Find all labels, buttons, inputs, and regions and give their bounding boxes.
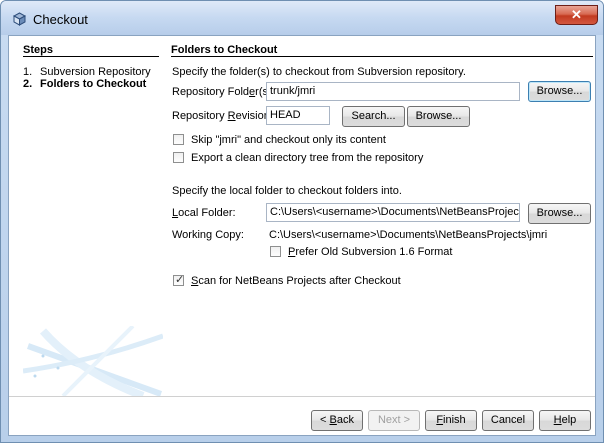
step-label: Folders to Checkout [40,78,147,90]
repository-intro-text: Specify the folder(s) to checkout from S… [172,66,466,78]
steps-panel: Steps 1. Subversion Repository 2. Folders … [9,36,164,396]
netbeans-wizard-graphic [23,326,163,396]
browse-revision-button[interactable]: Browse... [407,106,470,127]
local-folder-input[interactable]: C:\Users\<username>\Documents\NetBeansPr… [266,203,520,222]
step-number: 1. [23,66,33,78]
back-button[interactable]: < Back [311,410,363,431]
content-panel: Folders to Checkout Specify the folder(s… [171,36,595,396]
cancel-button[interactable]: Cancel [482,410,534,431]
checkout-dialog: Checkout ✕ Steps 1. Subversion Repository… [0,0,604,443]
export-checkbox-label[interactable]: Export a clean directory tree from the r… [191,152,423,164]
dialog-body: Steps 1. Subversion Repository 2. Folders … [8,35,596,436]
repository-revision-label: Repository Revision: [172,110,273,122]
repository-revision-input[interactable]: HEAD [266,106,330,125]
repository-folder-input[interactable]: trunk/jmri [266,82,520,101]
help-button[interactable]: Help [539,410,591,431]
content-divider [171,56,593,57]
title-bar[interactable]: Checkout ✕ [1,1,603,35]
prefer-old-format-label[interactable]: Prefer Old Subversion 1.6 Format [288,246,452,258]
step-label: Subversion Repository [40,66,151,78]
close-icon: ✕ [571,7,582,22]
local-folder-intro-text: Specify the local folder to checkout fol… [172,185,402,197]
close-button[interactable]: ✕ [555,5,598,25]
footer-divider [9,396,595,397]
prefer-old-format-checkbox[interactable] [270,246,281,257]
repository-folder-label: Repository Folder(s): [172,86,275,98]
search-revision-button[interactable]: Search... [342,106,405,127]
finish-button[interactable]: Finish [425,410,477,431]
skip-checkbox-label[interactable]: Skip "jmri" and checkout only its conten… [191,134,386,146]
steps-divider [23,56,159,57]
scan-projects-label[interactable]: Scan for NetBeans Projects after Checkou… [191,275,401,287]
step-number: 2. [23,78,33,90]
next-button[interactable]: Next > [368,410,420,431]
checkmark-icon: ✓ [175,274,185,286]
browse-local-folder-button[interactable]: Browse... [528,203,591,224]
step-item-current: 2. Folders to Checkout [23,78,146,90]
cube-icon [13,12,26,26]
scan-projects-checkbox[interactable]: ✓ [173,274,185,286]
steps-title: Steps [23,44,53,56]
working-copy-label: Working Copy: [172,229,244,241]
local-folder-label: Local Folder: [172,207,236,219]
content-title: Folders to Checkout [171,44,278,56]
step-item: 1. Subversion Repository [23,66,151,78]
browse-folder-button[interactable]: Browse... [528,81,591,102]
window-title: Checkout [33,12,88,27]
skip-checkbox[interactable] [173,134,184,145]
export-checkbox[interactable] [173,152,184,163]
working-copy-path: C:\Users\<username>\Documents\NetBeansPr… [269,229,548,241]
